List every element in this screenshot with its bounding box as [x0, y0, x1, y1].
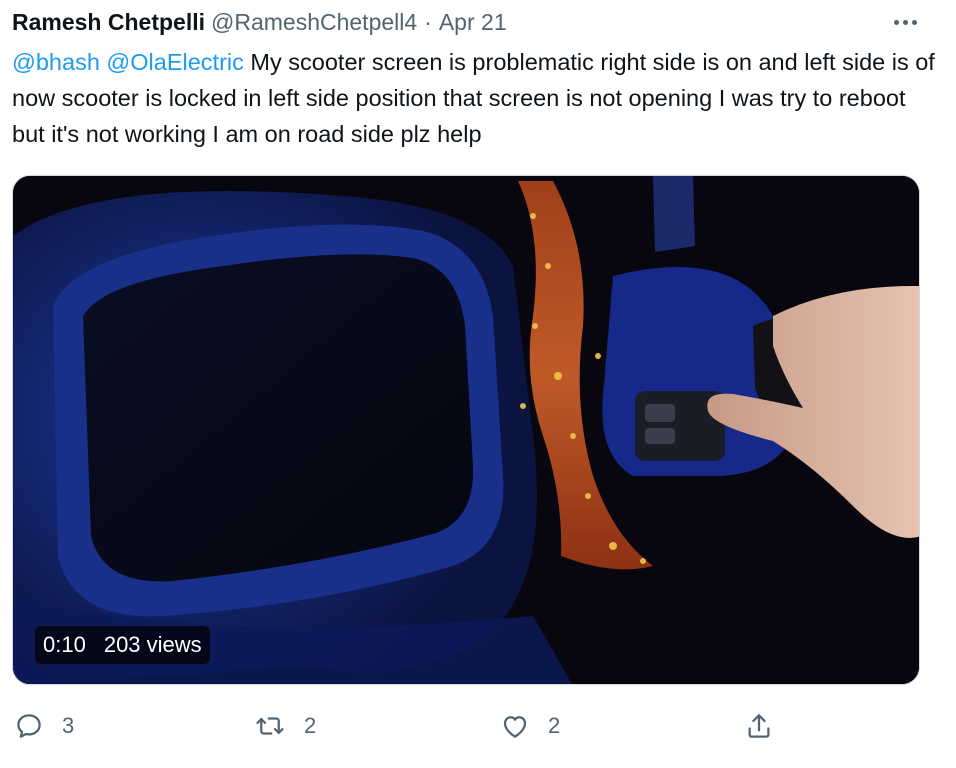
share-upload-icon — [748, 714, 770, 738]
retweet-count: 2 — [304, 713, 317, 738]
like-button[interactable]: 2 — [500, 706, 560, 746]
tweet-actions-bar: 3 2 2 — [0, 700, 956, 756]
video-overlay-badge: 0:10 203 views — [35, 626, 210, 664]
tweet-header: Ramesh Chetpelli @RameshChetpell4 · Apr … — [12, 6, 896, 38]
video-player[interactable]: 0:10 203 views — [12, 175, 920, 685]
header-separator: · — [424, 8, 432, 35]
video-frame-image — [13, 176, 919, 684]
mention-link[interactable]: @bhash — [12, 49, 100, 75]
like-count: 2 — [548, 713, 561, 738]
share-button[interactable] — [744, 706, 774, 746]
tweet-text: @bhash @OlaElectric My scooter screen is… — [12, 44, 942, 152]
retweet-arrows-icon — [256, 717, 284, 735]
author-handle[interactable]: @RameshChetpell4 — [211, 9, 417, 36]
author-name[interactable]: Ramesh Chetpelli — [12, 9, 205, 36]
more-horizontal-icon — [911, 19, 917, 25]
video-duration: 0:10 — [43, 632, 86, 657]
tweet-date[interactable]: Apr 21 — [439, 9, 507, 36]
video-views: 203 views — [103, 632, 202, 657]
retweet-button[interactable]: 2 — [254, 706, 316, 746]
more-horizontal-icon — [902, 19, 908, 25]
reply-count: 3 — [62, 713, 75, 738]
reply-button[interactable]: 3 — [14, 706, 74, 746]
mention-link[interactable]: @OlaElectric — [106, 49, 243, 75]
more-options-button[interactable] — [888, 10, 922, 34]
heart-icon — [503, 716, 527, 738]
more-horizontal-icon — [893, 19, 899, 25]
reply-bubble-icon — [17, 714, 41, 738]
